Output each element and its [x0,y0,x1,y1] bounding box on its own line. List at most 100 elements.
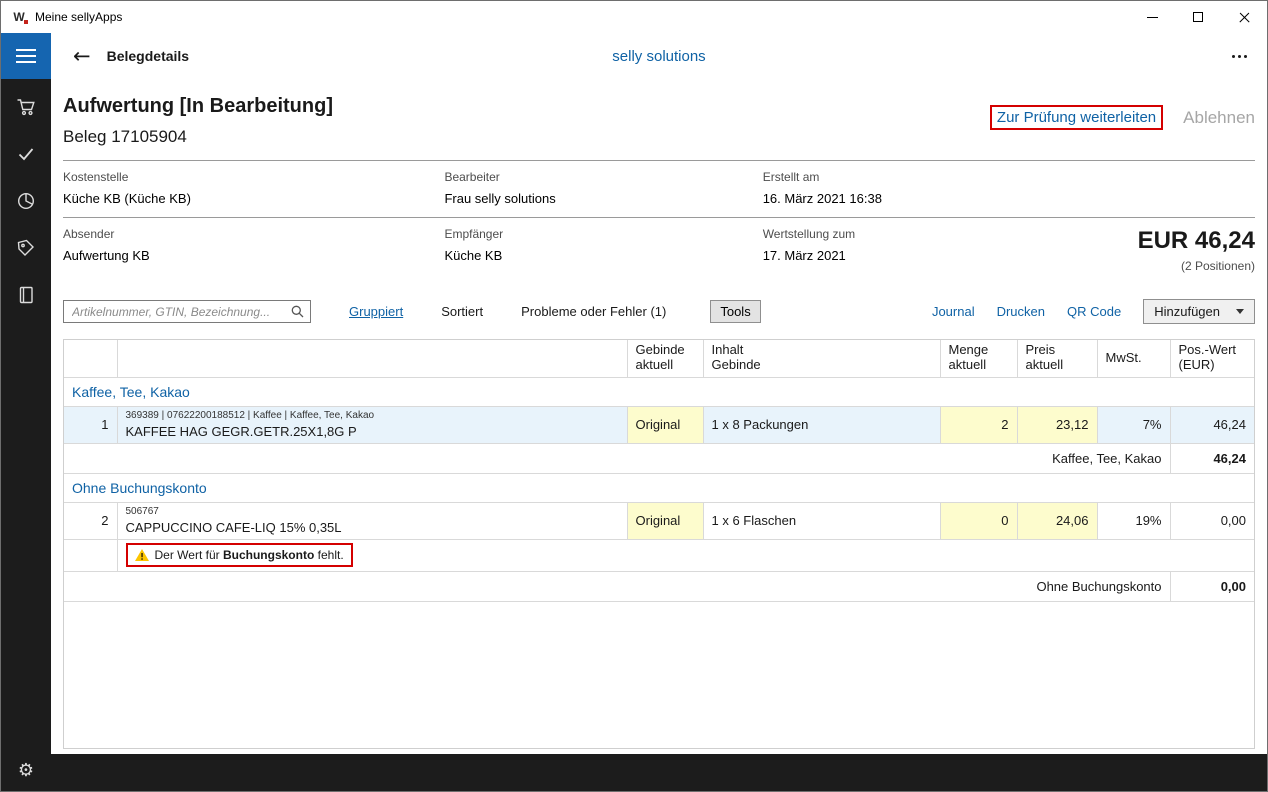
meta-label: Erstellt am [763,170,882,184]
inhalt-cell: 1 x 8 Packungen [703,406,940,443]
forward-for-review-button[interactable]: Zur Prüfung weiterleiten [990,105,1163,130]
meta-value: Frau selly solutions [444,191,762,206]
content-area: Aufwertung [In Bearbeitung] Beleg 171059… [51,79,1267,754]
tools-button[interactable]: Tools [710,300,760,323]
more-menu-button[interactable] [1232,55,1247,58]
table-row[interactable]: 2 506767 CAPPUCCINO CAFE-LIQ 15% 0,35L O… [64,502,1254,539]
meta-label: Empfänger [444,227,762,241]
row-description: 369389 | 07622200188512 | Kaffee | Kaffe… [117,406,627,443]
sidebar-item-approvals[interactable] [16,144,36,164]
search-input[interactable] [63,300,311,323]
positions-table: Gebinde aktuell Inhalt Gebinde Menge akt… [63,339,1255,749]
warning-icon [135,549,149,561]
document-number: Beleg 17105904 [63,127,333,147]
wert-cell: 46,24 [1170,406,1254,443]
book-icon [16,285,36,305]
menge-cell[interactable]: 2 [940,406,1017,443]
document-title: Aufwertung [In Bearbeitung] [63,95,333,118]
article-name: KAFFEE HAG GEGR.GETR.25X1,8G P [126,424,619,439]
tag-icon [16,238,36,258]
status-bar [51,754,1267,791]
print-link[interactable]: Drucken [997,304,1045,319]
meta-label: Bearbeiter [444,170,762,184]
meta-label: Absender [63,227,444,241]
group-subtotal: Kaffee, Tee, Kakao 46,24 [64,443,1254,473]
more-icon [1232,55,1235,58]
grouped-toggle[interactable]: Gruppiert [349,304,403,319]
row-description: 506767 CAPPUCCINO CAFE-LIQ 15% 0,35L [117,502,627,539]
meta-value: Aufwertung KB [63,248,444,263]
brand-link[interactable]: selly solutions [612,48,705,65]
col-header-description [117,340,627,377]
col-header-inhalt: Inhalt Gebinde [703,340,940,377]
app-window: W Meine sellyApps [0,0,1268,792]
toolbar: Gruppiert Sortiert Probleme oder Fehler … [63,299,1255,324]
search-icon [291,305,304,318]
col-header-preis: Preis aktuell [1017,340,1097,377]
close-button[interactable] [1221,1,1267,33]
meta-value: 16. März 2021 16:38 [763,191,882,206]
mwst-cell: 7% [1097,406,1170,443]
chevron-down-icon [1236,309,1244,314]
meta-value: 17. März 2021 [763,248,1001,263]
app-header: ← Belegdetails selly solutions [51,33,1267,79]
gebinde-cell[interactable]: Original [627,502,703,539]
window-title: Meine sellyApps [35,10,122,24]
col-header-menge: Menge aktuell [940,340,1017,377]
subtotal-value: 46,24 [1170,443,1254,473]
problems-filter[interactable]: Probleme oder Fehler (1) [521,304,666,319]
sidebar: ⚙ [1,33,51,791]
preis-cell[interactable]: 24,06 [1017,502,1097,539]
gear-icon: ⚙ [18,760,34,781]
titlebar: W Meine sellyApps [1,1,1267,33]
validation-warning: Der Wert für Buchungskonto fehlt. [126,543,353,567]
article-meta: 506767 [126,506,619,518]
close-icon [1238,11,1251,24]
cart-icon [16,97,36,117]
add-button-label: Hinzufügen [1154,304,1220,319]
back-arrow-icon: ← [73,44,91,68]
row-number: 2 [64,502,117,539]
gebinde-cell[interactable]: Original [627,406,703,443]
reject-button[interactable]: Ablehnen [1183,108,1255,128]
settings-button[interactable]: ⚙ [18,760,34,781]
meta-row-2: Absender Aufwertung KB Empfänger Küche K… [63,218,1255,284]
positions-count: (2 Positionen) [1138,259,1255,273]
mwst-cell: 19% [1097,502,1170,539]
document-total: EUR 46,24 [1138,227,1255,255]
sidebar-item-reports[interactable] [16,191,36,211]
subtotal-label: Ohne Buchungskonto [64,571,1170,601]
col-header-mwst: MwSt. [1097,340,1170,377]
journal-link[interactable]: Journal [932,304,975,319]
wert-cell: 0,00 [1170,502,1254,539]
group-header[interactable]: Ohne Buchungskonto [64,473,1254,502]
col-header-wert: Pos.-Wert (EUR) [1170,340,1254,377]
maximize-icon [1193,12,1203,22]
meta-row-1: Kostenstelle Küche KB (Küche KB) Bearbei… [63,161,1255,218]
pie-chart-icon [16,191,36,211]
minimize-button[interactable] [1129,1,1175,33]
sorted-toggle[interactable]: Sortiert [441,304,483,319]
sidebar-item-journal[interactable] [16,285,36,305]
article-name: CAPPUCCINO CAFE-LIQ 15% 0,35L [126,520,619,535]
subtotal-label: Kaffee, Tee, Kakao [64,443,1170,473]
back-button[interactable]: ← [73,46,91,67]
meta-label: Kostenstelle [63,170,444,184]
menge-cell[interactable]: 0 [940,502,1017,539]
group-header[interactable]: Kaffee, Tee, Kakao [64,377,1254,406]
sidebar-item-cart[interactable] [16,97,36,117]
sidebar-item-tags[interactable] [16,238,36,258]
maximize-button[interactable] [1175,1,1221,33]
row-number: 1 [64,406,117,443]
add-button[interactable]: Hinzufügen [1143,299,1255,324]
checkmark-icon [16,144,36,164]
hamburger-menu-button[interactable] [1,33,51,79]
qr-code-link[interactable]: QR Code [1067,304,1121,319]
article-meta: 369389 | 07622200188512 | Kaffee | Kaffe… [126,410,619,422]
col-header-number [64,340,117,377]
preis-cell[interactable]: 23,12 [1017,406,1097,443]
table-row[interactable]: 1 369389 | 07622200188512 | Kaffee | Kaf… [64,406,1254,443]
meta-value: Küche KB (Küche KB) [63,191,444,206]
meta-label: Wertstellung zum [763,227,1001,241]
inhalt-cell: 1 x 6 Flaschen [703,502,940,539]
